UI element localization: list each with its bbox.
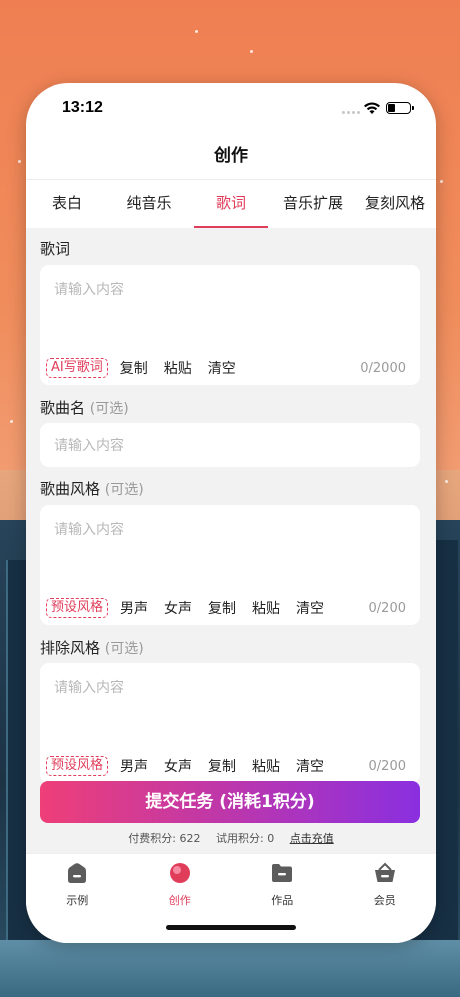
tabbar-label-create: 创作 <box>168 894 191 907</box>
lyrics-label: 歌词 <box>40 238 70 259</box>
style-male-button[interactable]: 男声 <box>116 598 152 618</box>
status-bar: 13:12 <box>26 83 436 131</box>
create-icon <box>169 863 190 883</box>
tabbar-item-member[interactable]: 会员 <box>334 854 437 943</box>
exclude-female-button[interactable]: 女声 <box>160 756 196 776</box>
lyrics-paste-button[interactable]: 粘贴 <box>160 358 196 378</box>
tabbar-item-examples[interactable]: 示例 <box>26 854 129 943</box>
tabbar-label-works: 作品 <box>271 894 294 907</box>
song-name-field[interactable]: 请输入内容 <box>40 423 420 467</box>
song-name-optional: (可选) <box>89 401 129 417</box>
tab-bar-top: 表白 纯音乐 歌词 音乐扩展 复刻风格 <box>26 180 436 228</box>
style-copy-button[interactable]: 复制 <box>204 598 240 618</box>
song-name-placeholder: 请输入内容 <box>54 438 124 454</box>
paid-points: 付费积分: 622 <box>128 832 201 845</box>
phone-screen: 13:12 创作 表白 纯音乐 歌词 音乐扩展 复刻风格 歌词 请输入内容 AI… <box>26 83 436 943</box>
tab-instrumental[interactable]: 纯音乐 <box>108 180 190 228</box>
tabbar-label-member: 会员 <box>373 894 396 907</box>
style-label: 歌曲风格 (可选) <box>40 478 144 499</box>
exclude-style-label-text: 排除风格 <box>40 639 101 657</box>
exclude-style-label: 排除风格 (可选) <box>40 637 144 658</box>
tab-replicate-style[interactable]: 复刻风格 <box>354 180 436 228</box>
submit-task-button[interactable]: 提交任务 (消耗1积分) <box>40 781 420 823</box>
folder-icon <box>272 864 293 882</box>
song-name-label-text: 歌曲名 <box>40 399 86 417</box>
lyrics-clear-button[interactable]: 清空 <box>204 358 240 378</box>
style-counter: 0/200 <box>368 601 406 616</box>
style-label-text: 歌曲风格 <box>40 480 101 498</box>
trial-points: 试用积分: 0 <box>216 832 275 845</box>
exclude-male-button[interactable]: 男声 <box>116 756 152 776</box>
status-time: 13:12 <box>62 99 103 116</box>
lyrics-counter: 0/2000 <box>360 361 406 376</box>
ai-lyrics-button[interactable]: AI写歌词 <box>46 358 108 378</box>
lyrics-field[interactable]: 请输入内容 AI写歌词 复制 粘贴 清空 0/2000 <box>40 265 420 385</box>
points-info: 付费积分: 622 试用积分: 0 点击充值 <box>26 830 436 846</box>
exclude-style-placeholder: 请输入内容 <box>54 680 124 696</box>
lyrics-toolbar: AI写歌词 复制 粘贴 清空 <box>46 358 240 378</box>
style-female-button[interactable]: 女声 <box>160 598 196 618</box>
style-placeholder: 请输入内容 <box>54 522 124 538</box>
style-clear-button[interactable]: 清空 <box>292 598 328 618</box>
exclude-clear-button[interactable]: 清空 <box>292 756 328 776</box>
style-paste-button[interactable]: 粘贴 <box>248 598 284 618</box>
exclude-style-field[interactable]: 请输入内容 预设风格 男声 女声 复制 粘贴 清空 0/200 <box>40 663 420 783</box>
lyrics-copy-button[interactable]: 复制 <box>116 358 152 378</box>
style-preset-button[interactable]: 预设风格 <box>46 598 109 618</box>
style-toolbar: 预设风格 男声 女声 复制 粘贴 清空 <box>46 598 328 618</box>
home-indicator <box>166 925 296 930</box>
form-area: 歌词 请输入内容 AI写歌词 复制 粘贴 清空 0/2000 歌曲名 (可选) … <box>26 228 436 853</box>
home-icon <box>68 863 87 883</box>
recharge-link[interactable]: 点击充值 <box>290 832 334 845</box>
exclude-style-optional: (可选) <box>104 641 144 657</box>
tab-music-extend[interactable]: 音乐扩展 <box>272 180 354 228</box>
exclude-copy-button[interactable]: 复制 <box>204 756 240 776</box>
lyrics-placeholder: 请输入内容 <box>54 282 124 298</box>
exclude-paste-button[interactable]: 粘贴 <box>248 756 284 776</box>
lyrics-label-text: 歌词 <box>40 240 71 258</box>
tab-confession[interactable]: 表白 <box>26 180 108 228</box>
style-optional: (可选) <box>104 482 144 498</box>
song-name-label: 歌曲名 (可选) <box>40 397 129 418</box>
basket-icon <box>374 862 395 882</box>
tab-lyrics[interactable]: 歌词 <box>190 180 272 228</box>
wifi-icon <box>364 102 380 114</box>
style-field[interactable]: 请输入内容 预设风格 男声 女声 复制 粘贴 清空 0/200 <box>40 505 420 625</box>
exclude-preset-button[interactable]: 预设风格 <box>46 756 109 776</box>
signal-icon <box>342 111 360 114</box>
tabbar-label-examples: 示例 <box>66 894 89 907</box>
page-title: 创作 <box>214 146 248 166</box>
battery-icon <box>386 102 414 114</box>
exclude-style-toolbar: 预设风格 男声 女声 复制 粘贴 清空 <box>46 756 328 776</box>
exclude-style-counter: 0/200 <box>368 759 406 774</box>
